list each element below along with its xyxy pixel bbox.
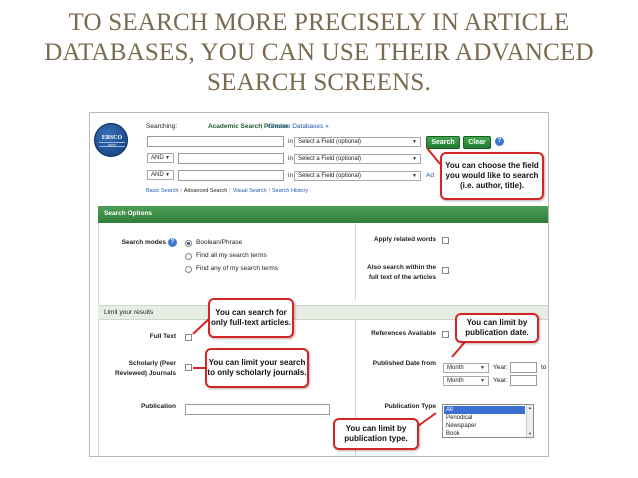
mode-find-any-label: Find any of my search terms: [196, 265, 278, 272]
field-select-3[interactable]: Select a Field (optional) ▼: [294, 171, 421, 181]
search-term-input-2[interactable]: [178, 153, 284, 164]
operator-select-2[interactable]: AND ▼: [147, 153, 174, 163]
search-button[interactable]: Search: [426, 136, 460, 149]
field-select-2[interactable]: Select a Field (optional) ▼: [294, 154, 421, 164]
also-search-full-text-label: Also search within the full text of the …: [367, 264, 436, 281]
references-available-label: References Available: [371, 330, 436, 337]
chevron-down-icon: ▼: [165, 172, 170, 178]
field-select-1-value: Select a Field (optional): [298, 139, 362, 145]
mode-boolean-phrase-label: Boolean/Phrase: [196, 239, 243, 246]
operator-select-3[interactable]: AND ▼: [147, 170, 174, 180]
slide-title-line-2: DATABASES, YOU CAN USE THEIR ADVANCED: [44, 39, 594, 66]
left-border: [98, 223, 99, 456]
search-term-input-1[interactable]: [147, 136, 284, 147]
full-text-label: Full Text: [149, 333, 176, 340]
search-type-links: Basic Search | Advanced Search | Visual Sear…: [146, 188, 308, 194]
publication-input[interactable]: [185, 404, 330, 415]
year-to-label: Year:: [493, 377, 508, 384]
in-label-3: in: [288, 172, 294, 179]
publication-type-option[interactable]: Book: [444, 430, 525, 438]
references-available-checkbox[interactable]: [442, 331, 449, 338]
publication-type-option[interactable]: Newspaper: [444, 422, 525, 430]
chevron-down-icon: ▼: [480, 378, 485, 384]
radio-boolean-phrase[interactable]: [185, 240, 192, 247]
year-to-input[interactable]: [510, 375, 537, 386]
field-select-1[interactable]: Select a Field (optional) ▼: [294, 137, 421, 147]
slide-title-line-1: TO SEARCH MORE PRECISELY IN ARTICLE: [68, 9, 570, 36]
scholarly-journals-checkbox[interactable]: [185, 364, 192, 371]
field-select-3-value: Select a Field (optional): [298, 173, 362, 179]
month-to-select[interactable]: Month ▼: [443, 376, 489, 386]
searching-label: Searching:: [146, 123, 178, 130]
publication-type-option[interactable]: Periodical: [444, 414, 525, 422]
also-search-full-text-checkbox[interactable]: [442, 267, 449, 274]
search-term-input-3[interactable]: [178, 170, 284, 181]
slide-title-line-3: SEARCH SCREENS.: [207, 69, 431, 96]
year-from-input[interactable]: [510, 362, 537, 373]
search-history-link[interactable]: Search History: [272, 188, 308, 194]
scholarly-journals-label: Scholarly (Peer Reviewed) Journals: [114, 360, 176, 377]
in-label-1: in: [288, 138, 294, 145]
search-modes-label: Search modes: [121, 239, 166, 246]
month-from-value: Month: [447, 365, 464, 371]
basic-search-link[interactable]: Basic Search: [146, 188, 178, 194]
operator-select-3-value: AND: [151, 172, 164, 178]
visual-search-link[interactable]: Visual Search: [233, 188, 267, 194]
choose-databases-link[interactable]: Choose Databases »: [268, 123, 329, 130]
help-icon[interactable]: ?: [495, 137, 504, 146]
advanced-search-link[interactable]: Advanced Search: [184, 188, 227, 194]
listbox-scrollbar[interactable]: ▲ ▼: [526, 405, 533, 437]
ebsco-host-logo[interactable]: EBSCO HOST: [94, 123, 128, 157]
slide-title: TO SEARCH MORE PRECISELY IN ARTICLE DATA…: [0, 8, 638, 98]
year-from-label: Year:: [493, 364, 508, 371]
callout-type: You can limit by publication type.: [333, 418, 419, 450]
callout-scholarly: You can limit your search to only schola…: [205, 348, 309, 388]
mode-find-all-label: Find all my search terms: [196, 252, 267, 259]
publication-type-listbox[interactable]: All Periodical Newspaper Book ▲ ▼: [442, 404, 534, 438]
radio-find-any[interactable]: [185, 266, 192, 273]
operator-select-2-value: AND: [151, 155, 164, 161]
separator: |: [261, 123, 263, 130]
clear-button[interactable]: Clear: [463, 136, 491, 149]
add-row-link[interactable]: Ad: [426, 172, 434, 179]
chevron-down-icon: ▼: [165, 155, 170, 161]
scroll-down-icon[interactable]: ▼: [527, 431, 533, 437]
radio-find-all[interactable]: [185, 253, 192, 260]
help-icon[interactable]: ?: [168, 238, 177, 247]
logo-text: EBSCO: [101, 135, 123, 141]
month-from-select[interactable]: Month ▼: [443, 363, 489, 373]
search-options-header: Search Options: [98, 206, 548, 223]
logo-subtext: HOST: [99, 142, 125, 147]
chevron-down-icon: ▼: [480, 365, 485, 371]
publication-type-option[interactable]: All: [444, 406, 525, 414]
callout-date: You can limit by publication date.: [455, 313, 539, 343]
scroll-up-icon[interactable]: ▲: [527, 405, 533, 411]
month-to-value: Month: [447, 378, 464, 384]
publication-label: Publication: [140, 403, 176, 410]
apply-related-checkbox[interactable]: [442, 237, 449, 244]
publication-type-label: Publication Type: [384, 403, 436, 410]
chevron-down-icon: ▼: [412, 156, 417, 162]
chevron-down-icon: ▼: [412, 173, 417, 179]
field-select-2-value: Select a Field (optional): [298, 156, 362, 162]
chevron-down-icon: ▼: [412, 139, 417, 145]
full-text-checkbox[interactable]: [185, 334, 192, 341]
published-date-from-label: Published Date from: [372, 360, 436, 367]
in-label-2: in: [288, 155, 294, 162]
to-label: to: [541, 364, 547, 371]
callout-field: You can choose the field you would like …: [440, 152, 544, 200]
apply-related-words-label: Apply related words: [373, 236, 436, 243]
callout-full-text: You can search for only full-text articl…: [208, 298, 294, 338]
